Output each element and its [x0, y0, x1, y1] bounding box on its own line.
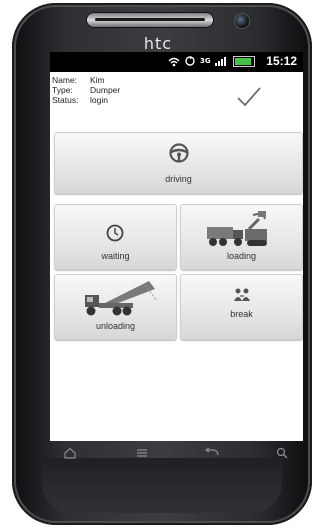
speaker-grill: [95, 18, 205, 21]
3g-icon: 3G: [200, 57, 211, 65]
name-label: Name:: [52, 75, 78, 85]
break-button[interactable]: break: [180, 274, 303, 340]
break-label: break: [230, 309, 253, 319]
driving-label: driving: [165, 174, 192, 184]
status-time: 15:12: [266, 54, 297, 68]
people-icon: [234, 288, 250, 301]
search-icon[interactable]: [276, 447, 288, 459]
status-bar: 3G 15:12: [50, 52, 303, 72]
nav-bar: [50, 441, 303, 469]
name-row: Name: Kim: [52, 75, 120, 85]
front-camera: [234, 13, 250, 29]
back-icon[interactable]: [204, 447, 220, 459]
user-info: Name: Kim Type: Dumper Status: login: [52, 75, 120, 105]
name-value: Kim: [90, 75, 105, 85]
wifi-icon: [168, 57, 180, 66]
steering-wheel-icon: [169, 143, 189, 163]
unloading-button[interactable]: unloading: [54, 274, 177, 340]
menu-icon[interactable]: [136, 447, 148, 459]
type-value: Dumper: [90, 85, 121, 95]
screen: 3G 15:12 Name: Kim Type: Dumper Status: …: [50, 52, 303, 441]
unloading-label: unloading: [95, 321, 136, 331]
battery-icon: [232, 55, 255, 67]
clock-icon: [106, 224, 124, 242]
waiting-button[interactable]: waiting: [54, 204, 177, 270]
sync-icon: [185, 56, 195, 66]
type-label: Type:: [52, 85, 73, 95]
status-icons: 3G: [168, 55, 255, 67]
home-icon[interactable]: [64, 447, 76, 459]
status-value: login: [90, 95, 108, 105]
tipper-truck-icon: [85, 281, 158, 316]
status-label: Status:: [52, 95, 79, 105]
type-row: Type: Dumper: [52, 85, 120, 95]
driving-button[interactable]: driving: [54, 132, 303, 194]
signal-icon: [214, 56, 229, 66]
waiting-label: waiting: [101, 251, 130, 261]
loading-label: loading: [226, 251, 257, 261]
excavator-truck-icon: [207, 211, 267, 246]
earpiece-speaker: [86, 12, 214, 28]
loading-button[interactable]: loading: [180, 204, 303, 270]
status-row: Status: login: [52, 95, 120, 105]
brand-logo: htc: [143, 34, 173, 53]
checkmark-icon[interactable]: [236, 86, 262, 108]
